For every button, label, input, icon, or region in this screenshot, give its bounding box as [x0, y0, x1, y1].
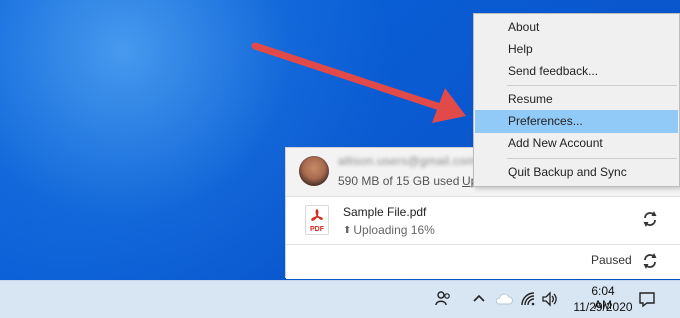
- account-email-blurred: allison.users@gmail.com: [338, 154, 477, 168]
- volume-icon[interactable]: [541, 290, 559, 308]
- file-row[interactable]: PDF Sample File.pdf ⬆ Uploading 16%: [286, 197, 680, 245]
- menu-item-about[interactable]: About: [475, 16, 678, 39]
- backup-sync-context-menu: About Help Send feedback... Resume Prefe…: [473, 13, 680, 187]
- menu-item-preferences[interactable]: Preferences...: [475, 110, 678, 133]
- menu-item-resume[interactable]: Resume: [475, 88, 678, 111]
- pdf-icon-label: PDF: [310, 226, 324, 233]
- file-name: Sample File.pdf: [343, 205, 427, 219]
- resume-sync-icon[interactable]: [641, 252, 659, 270]
- sync-icon[interactable]: [641, 210, 659, 228]
- upload-arrow-icon: ⬆: [343, 225, 352, 236]
- file-upload-status: ⬆ Uploading 16%: [343, 223, 435, 237]
- taskbar: 6:04 AM 11/29/2020: [0, 280, 680, 318]
- menu-separator: [507, 158, 677, 159]
- panel-footer: Paused: [286, 245, 680, 279]
- avatar[interactable]: [299, 156, 329, 186]
- wifi-icon[interactable]: [519, 290, 537, 308]
- clock-date[interactable]: 11/29/2020: [568, 300, 638, 314]
- menu-item-help[interactable]: Help: [475, 38, 678, 61]
- chevron-up-icon[interactable]: [470, 290, 488, 308]
- action-center-icon[interactable]: [637, 290, 657, 308]
- pdf-file-icon: PDF: [305, 205, 329, 235]
- menu-item-add-new-account[interactable]: Add New Account: [475, 132, 678, 155]
- menu-item-send-feedback[interactable]: Send feedback...: [475, 60, 678, 83]
- menu-separator: [507, 85, 677, 86]
- menu-item-quit-backup-and-sync[interactable]: Quit Backup and Sync: [475, 161, 678, 184]
- upload-status-text: Uploading 16%: [353, 223, 435, 237]
- people-icon[interactable]: [434, 290, 452, 308]
- cloud-icon[interactable]: [494, 290, 514, 308]
- storage-usage-text: 590 MB of 15 GB used: [338, 174, 460, 188]
- sync-status-text: Paused: [591, 253, 632, 267]
